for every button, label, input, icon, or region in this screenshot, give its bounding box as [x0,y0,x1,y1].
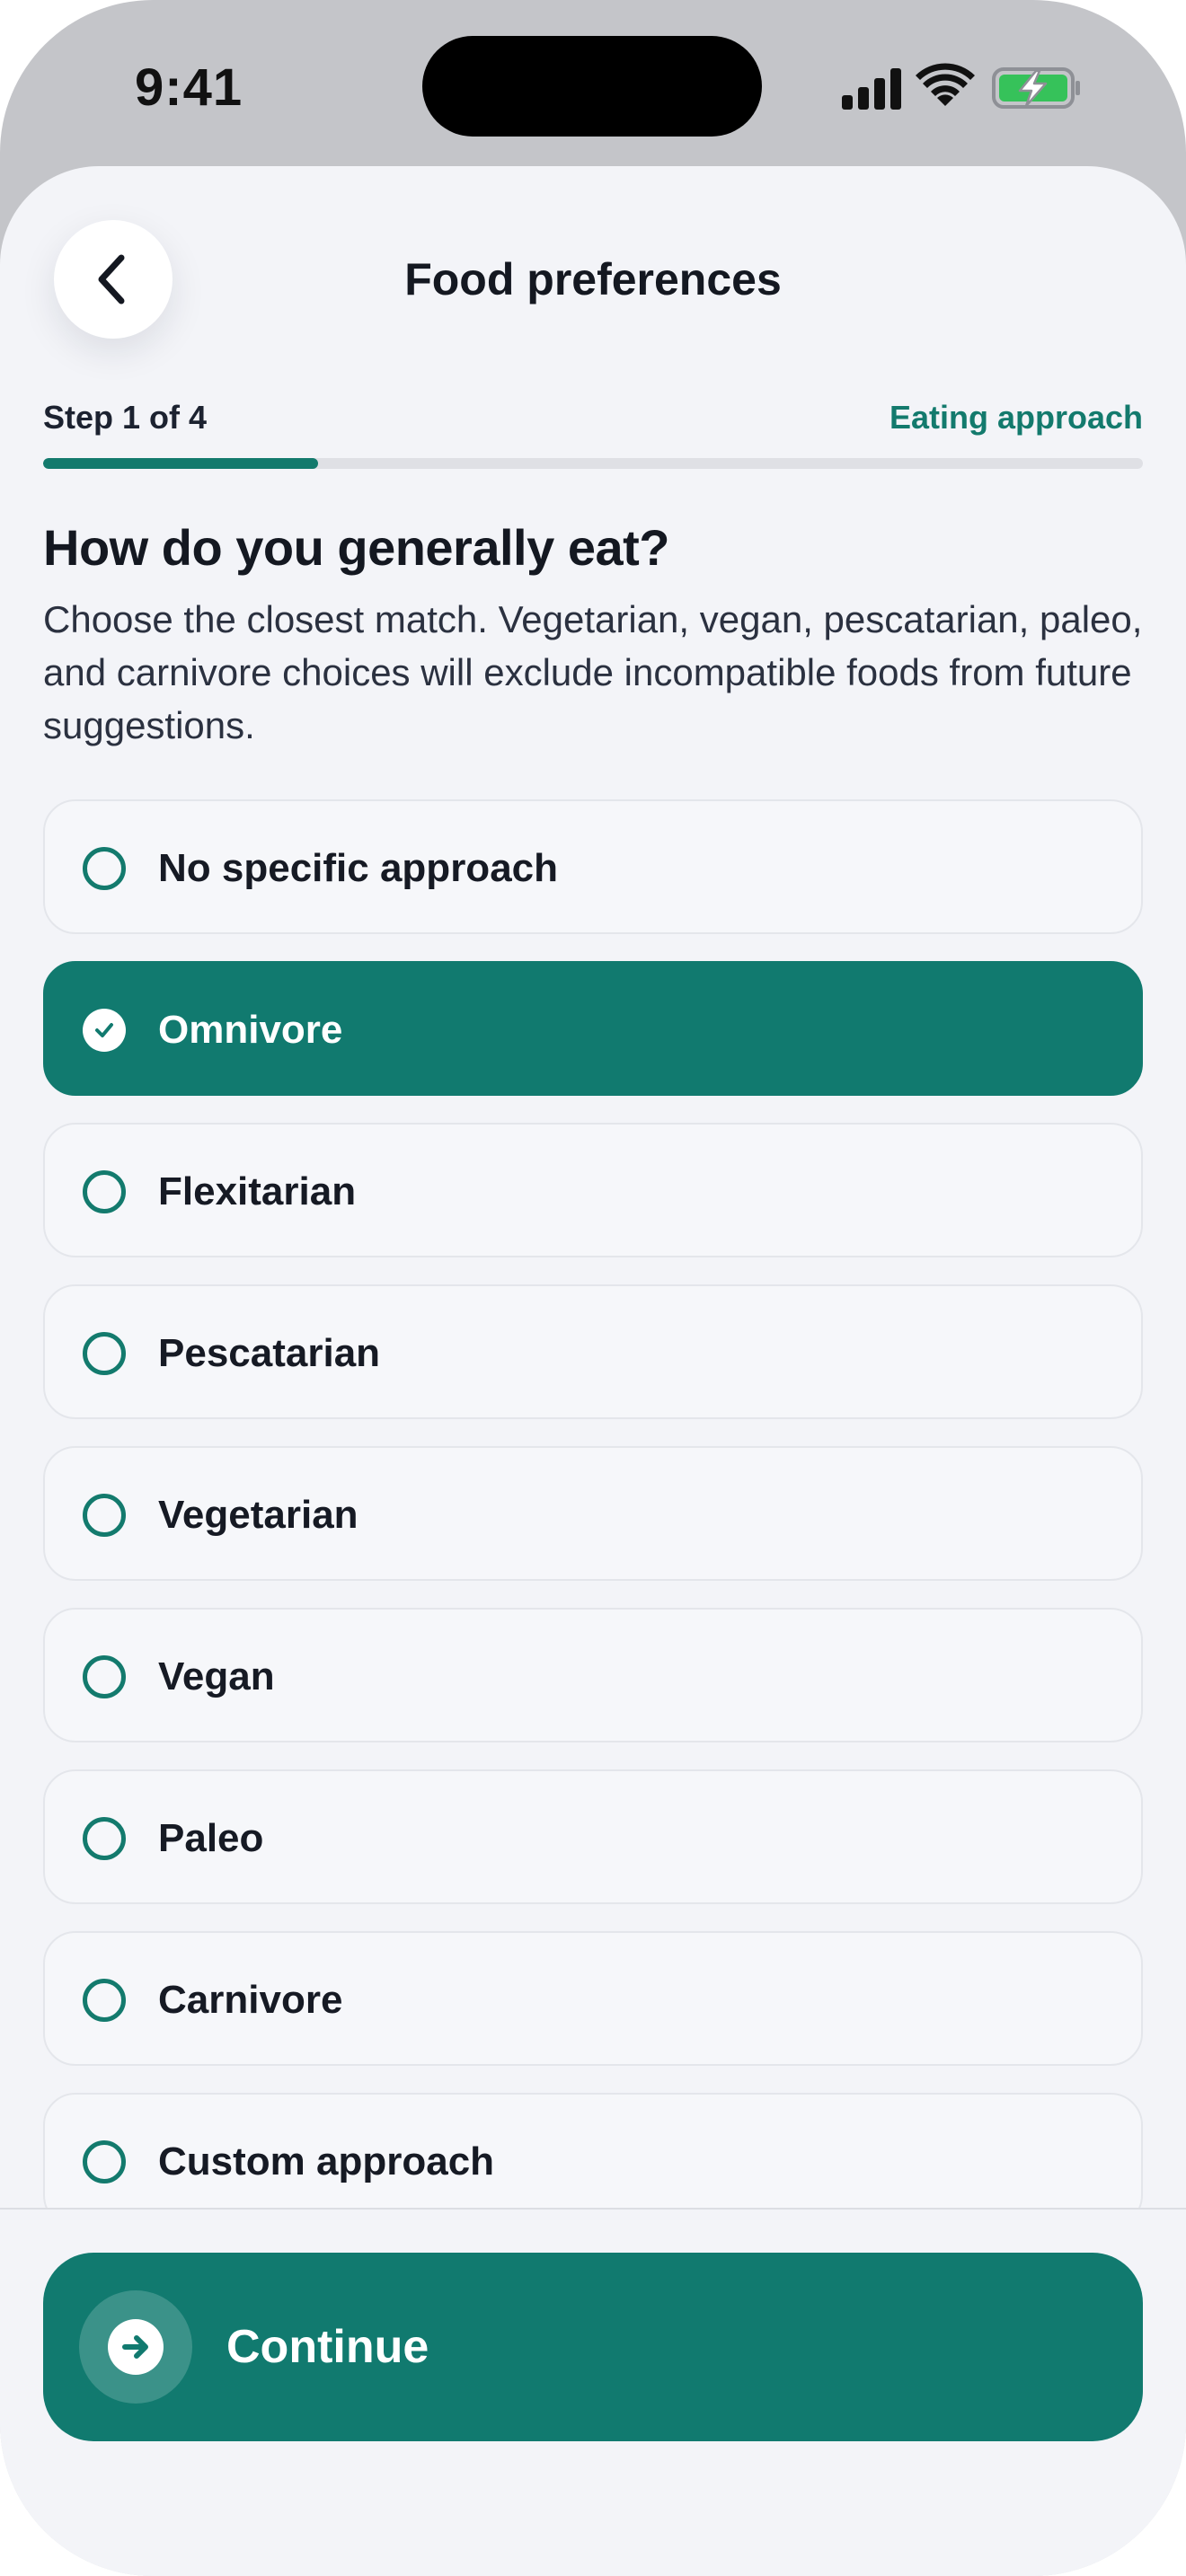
option-item[interactable]: Custom approach [43,2093,1143,2208]
continue-label: Continue [226,2321,429,2373]
chevron-left-icon [98,254,125,304]
question-title: How do you generally eat? [43,519,669,576]
option-label: Pescatarian [158,1331,381,1375]
option-item[interactable]: No specific approach [43,799,1143,934]
options-list: No specific approach Omnivore Flexitarian P… [43,799,1143,2208]
radio-icon [83,1494,126,1537]
radio-checked-icon [83,1009,126,1052]
option-item[interactable]: Omnivore [43,961,1143,1096]
radio-icon [83,1979,126,2022]
step-label: Step 1 of 4 [43,399,208,436]
radio-icon [83,1817,126,1860]
option-label: Custom approach [158,2139,495,2183]
option-label: Vegetarian [158,1493,358,1537]
step-name: Eating approach [889,399,1143,436]
progress-bar [43,458,1143,469]
status-time: 9:41 [135,58,243,117]
continue-button[interactable]: Continue [43,2253,1143,2441]
option-label: No specific approach [158,846,559,890]
option-label: Omnivore [158,1008,343,1052]
option-item[interactable]: Vegan [43,1608,1143,1742]
radio-icon [83,2140,126,2183]
option-label: Paleo [158,1816,264,1860]
radio-icon [83,1170,126,1213]
battery-charging-icon [992,67,1080,109]
back-button[interactable] [54,220,173,339]
option-label: Flexitarian [158,1169,357,1213]
radio-icon [83,1332,126,1375]
status-icons [842,63,1080,110]
option-label: Vegan [158,1654,275,1698]
continue-icon-container [79,2290,192,2404]
page-title: Food preferences [404,254,782,304]
option-item[interactable]: Vegetarian [43,1446,1143,1581]
radio-icon [83,1655,126,1698]
option-item[interactable]: Pescatarian [43,1284,1143,1419]
option-item[interactable]: Flexitarian [43,1123,1143,1257]
question-subtitle: Choose the closest match. Vegetarian, ve… [43,598,1143,746]
arrow-right-icon [108,2319,164,2375]
option-item[interactable]: Paleo [43,1769,1143,1904]
progress-fill [43,458,318,469]
radio-icon [83,847,126,890]
option-item[interactable]: Carnivore [43,1931,1143,2066]
signal-icon [842,68,901,110]
phone-frame: 9:41 Food preferences Step 1 of 4 Eating [0,0,1186,2576]
wifi-icon [916,63,975,106]
option-label: Carnivore [158,1978,343,2022]
dynamic-island [422,36,762,137]
